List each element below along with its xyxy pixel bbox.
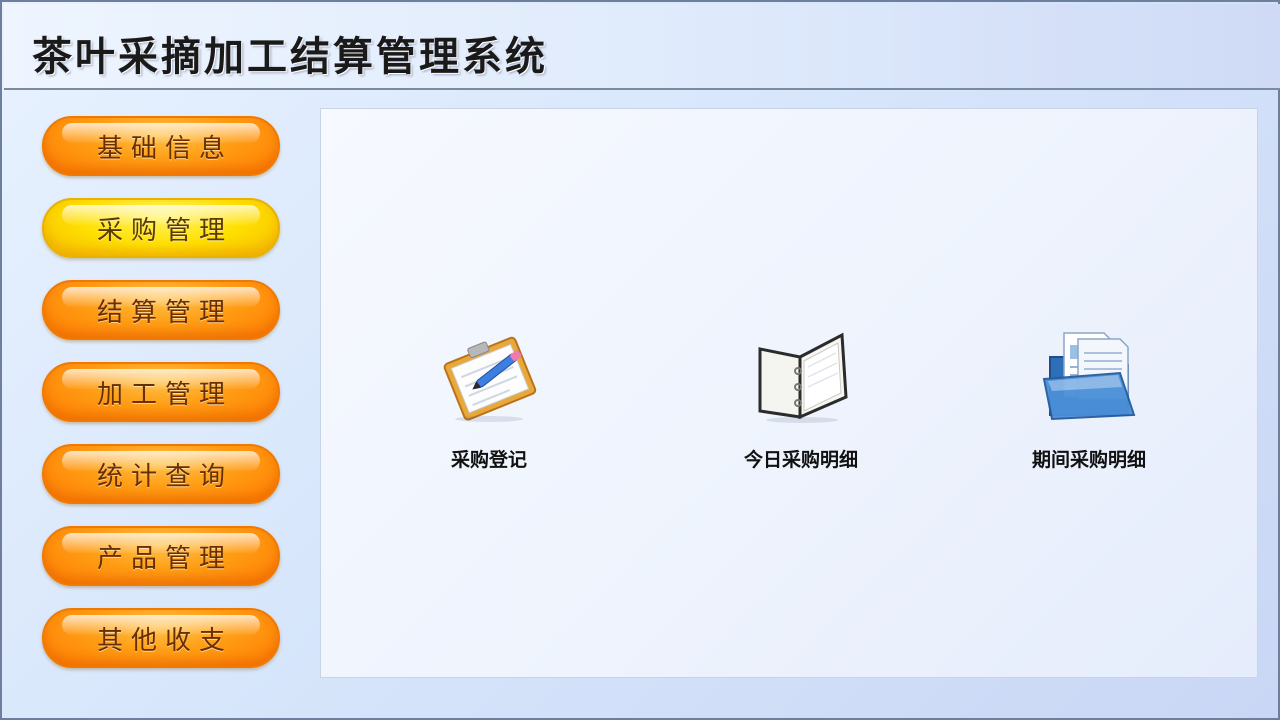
folder-documents-icon (1042, 332, 1136, 421)
sidebar-item-statistics-query[interactable]: 统计查询 (42, 444, 280, 504)
sidebar-item-label: 采购管理 (96, 215, 233, 246)
sidebar-item-basic-info[interactable]: 基础信息 (42, 116, 280, 176)
app-window: 茶叶采摘加工结算管理系统 基础信息 采购管理 结算管理 加工管理 统计查询 产品… (0, 0, 1280, 720)
sidebar-item-label: 加工管理 (96, 379, 233, 410)
purchase-register-label: 采购登记 (450, 449, 527, 471)
today-purchase-detail-item[interactable]: 今日采购明细 (701, 327, 901, 471)
period-purchase-detail-item[interactable]: 期间采购明细 (989, 327, 1189, 471)
app-title: 茶叶采摘加工结算管理系统 (32, 34, 548, 80)
sidebar-item-label: 产品管理 (96, 543, 233, 574)
sidebar-item-other-income-expense[interactable]: 其他收支 (42, 608, 280, 668)
sidebar-item-processing-management[interactable]: 加工管理 (42, 362, 280, 422)
title-bar: 茶叶采摘加工结算管理系统 (4, 4, 1280, 90)
today-purchase-detail-label: 今日采购明细 (743, 449, 858, 471)
sidebar-nav: 基础信息 采购管理 结算管理 加工管理 统计查询 产品管理 其他收支 (42, 116, 282, 676)
content-panel: 采购登记 今日采购明细 期间采购明细 (320, 108, 1258, 678)
sidebar-item-label: 统计查询 (96, 461, 233, 492)
period-purchase-detail-label: 期间采购明细 (1031, 449, 1146, 471)
purchase-register-item[interactable]: 采购登记 (389, 327, 589, 471)
sidebar-item-label: 结算管理 (96, 297, 233, 328)
sidebar-item-purchase-management[interactable]: 采购管理 (42, 198, 280, 258)
sidebar-item-product-management[interactable]: 产品管理 (42, 526, 280, 586)
sidebar-item-label: 其他收支 (96, 625, 233, 656)
clipboard-pen-icon (443, 336, 537, 422)
binder-icon (758, 332, 848, 423)
sidebar-item-label: 基础信息 (96, 133, 233, 164)
sidebar-item-settlement-management[interactable]: 结算管理 (42, 280, 280, 340)
